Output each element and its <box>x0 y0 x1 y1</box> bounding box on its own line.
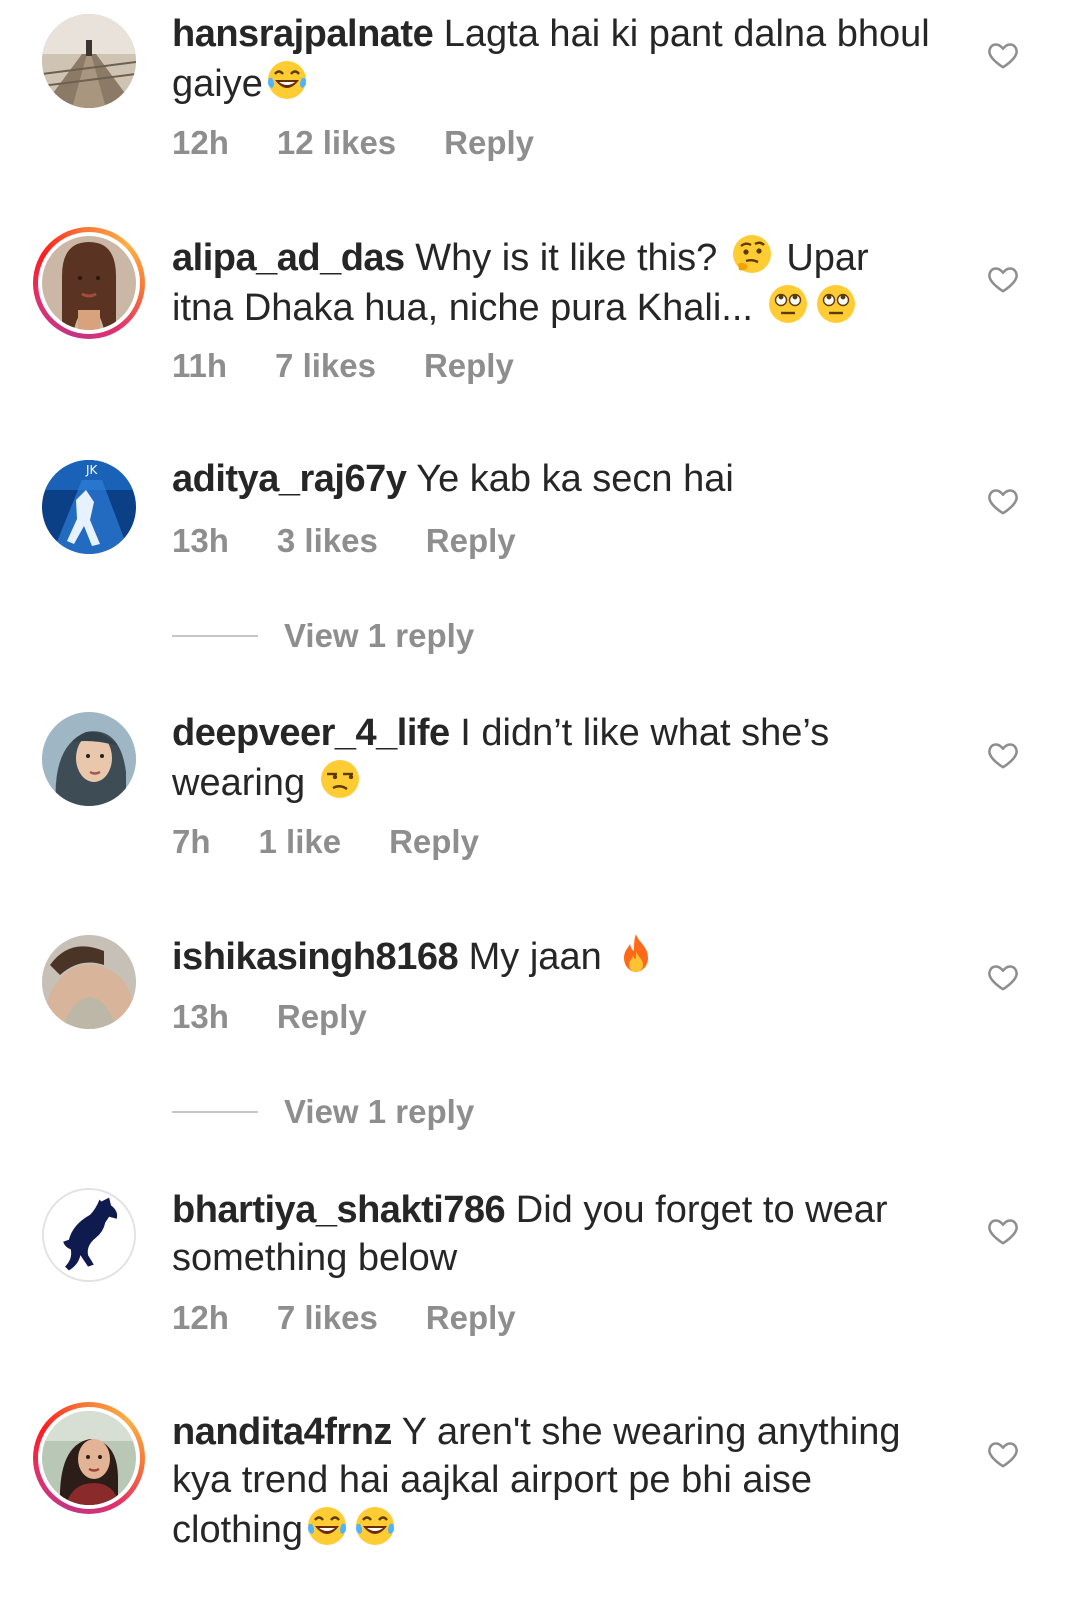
view-replies-button[interactable]: View 1 reply <box>172 616 474 656</box>
avatar-photo <box>42 14 136 108</box>
comment-likes[interactable]: 12 likes <box>277 124 396 162</box>
comment-body: Ye kab ka secn hai <box>416 458 734 500</box>
comment-time: 7h <box>172 823 211 860</box>
comment-meta: 13h 3 likes Reply <box>172 522 564 560</box>
comment-time: 13h <box>172 522 229 559</box>
story-ring <box>38 232 140 334</box>
avatar-photo <box>42 935 136 1029</box>
comment-text: nandita4frnz Y aren't she wearing anythi… <box>172 1408 932 1554</box>
reply-button[interactable]: Reply <box>444 124 534 162</box>
svg-text:JK: JK <box>85 463 99 477</box>
thinking-face-icon <box>730 232 774 276</box>
avatar-photo: JK <box>42 460 136 554</box>
horse-logo-icon <box>44 1190 134 1280</box>
heart-icon[interactable] <box>986 1437 1020 1471</box>
avatar-photo <box>42 236 136 330</box>
heart-icon[interactable] <box>986 960 1020 994</box>
avatar[interactable] <box>33 1402 145 1514</box>
comment-text: alipa_ad_das Why is it like this? Upar i… <box>172 232 932 332</box>
comment-time: 13h <box>172 998 229 1035</box>
rolling-eyes-icon <box>766 282 810 326</box>
reply-button[interactable]: Reply <box>424 347 514 385</box>
comment-text: ishikasingh8168 My jaan <box>172 931 932 981</box>
comment-username[interactable]: hansrajpalnate <box>172 13 434 55</box>
comment-text: hansrajpalnate Lagta hai ki pant dalna b… <box>172 10 932 108</box>
avatar[interactable] <box>42 712 136 806</box>
avatar[interactable]: JK <box>42 460 136 554</box>
reply-button[interactable]: Reply <box>389 823 479 861</box>
comment-username[interactable]: aditya_raj67y <box>172 458 407 500</box>
avatar[interactable] <box>33 227 145 339</box>
avatar-photo <box>42 712 136 806</box>
comment-text: deepveer_4_life I didn’t like what she’s… <box>172 709 932 807</box>
divider-line <box>172 635 258 637</box>
comment-meta: 12h 12 likes Reply <box>172 124 582 162</box>
comment-username[interactable]: nandita4frnz <box>172 1411 392 1453</box>
comment-body: My jaan <box>468 936 602 978</box>
reply-button[interactable]: Reply <box>426 522 516 560</box>
heart-icon[interactable] <box>986 1214 1020 1248</box>
avatar[interactable] <box>42 1188 136 1282</box>
comment-meta: 13h Reply <box>172 998 415 1036</box>
comment-time: 11h <box>172 347 228 384</box>
comment-likes[interactable]: 7 likes <box>277 1299 378 1337</box>
comment-username[interactable]: bhartiya_shakti786 <box>172 1189 506 1231</box>
heart-icon[interactable] <box>986 262 1020 296</box>
heart-icon[interactable] <box>986 738 1020 772</box>
comment-username[interactable]: deepveer_4_life <box>172 712 450 754</box>
avatar-photo <box>42 1411 136 1505</box>
tears-of-joy-icon <box>265 58 309 102</box>
tears-of-joy-icon <box>353 1504 397 1548</box>
unamused-face-icon <box>318 757 362 801</box>
heart-icon[interactable] <box>986 38 1020 72</box>
rolling-eyes-icon <box>814 282 858 326</box>
comment-text: bhartiya_shakti786 Did you forget to wea… <box>172 1186 932 1282</box>
comment-text: aditya_raj67y Ye kab ka secn hai <box>172 455 932 503</box>
divider-line <box>172 1111 258 1113</box>
fire-icon <box>614 931 658 975</box>
avatar[interactable] <box>42 935 136 1029</box>
view-replies-label[interactable]: View 1 reply <box>284 1093 474 1131</box>
comment-time: 12h <box>172 124 229 161</box>
tears-of-joy-icon <box>305 1504 349 1548</box>
heart-icon[interactable] <box>986 484 1020 518</box>
comment-meta: 11h 7 likes Reply <box>172 347 562 385</box>
comment-likes[interactable]: 3 likes <box>277 522 378 560</box>
comment-likes[interactable]: 7 likes <box>275 347 376 385</box>
story-ring <box>38 1407 140 1509</box>
comment-body: Why is it like this? <box>415 237 718 279</box>
view-replies-label[interactable]: View 1 reply <box>284 617 474 655</box>
reply-button[interactable]: Reply <box>277 998 367 1036</box>
comment-meta: 7h 1 like Reply <box>172 823 527 861</box>
comment-username[interactable]: ishikasingh8168 <box>172 936 459 978</box>
comment-likes[interactable]: 1 like <box>259 823 342 861</box>
reply-button[interactable]: Reply <box>426 1299 516 1337</box>
view-replies-button[interactable]: View 1 reply <box>172 1092 474 1132</box>
comment-time: 12h <box>172 1299 229 1336</box>
comment-username[interactable]: alipa_ad_das <box>172 237 405 279</box>
comment-meta: 12h 7 likes Reply <box>172 1299 564 1337</box>
avatar[interactable] <box>42 14 136 108</box>
